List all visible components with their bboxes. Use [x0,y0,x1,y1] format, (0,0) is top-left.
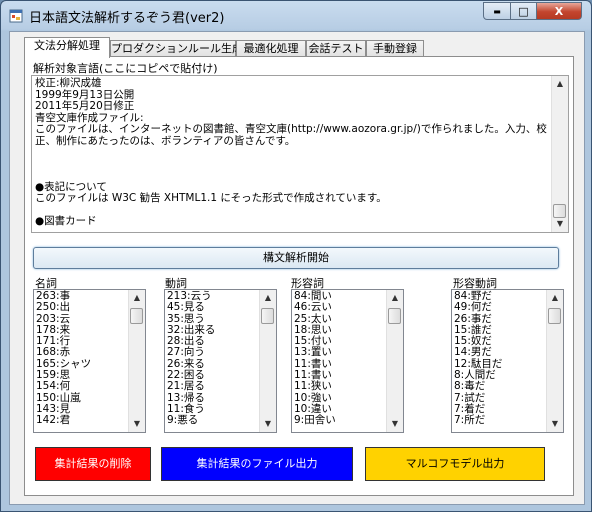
adjective-listbox[interactable]: 84:間い 46:云い 25:太い 18:思い 15:付い 13:置い 11:書い 11:書い… [291,289,404,433]
scroll-up-icon[interactable]: ▲ [129,290,145,306]
tab-conversation-test[interactable]: 会話テスト [306,40,366,56]
scroll-thumb[interactable] [388,308,401,324]
scroll-down-icon[interactable]: ▼ [387,416,403,432]
scroll-down-icon[interactable]: ▼ [129,416,145,432]
client-area: 文法分解処理 プロダクションルール生成 最適化処理 会話テスト 手動登録 解析対… [9,31,585,505]
delete-results-button[interactable]: 集計結果の削除 [35,447,151,481]
title-bar[interactable]: 日本語文法解析するぞう君(ver2) ▬ □ X [1,1,591,31]
input-text: 校正:柳沢成雄 1999年9月13日公開 2011年5月20日修正 青空文庫作成… [35,77,547,227]
adjectival-noun-listbox[interactable]: 84:野だ 49:何だ 26:事だ 15:誰だ 15:奴だ 14:男だ 12:駄目だ 8:人間… [451,289,564,433]
parse-start-button[interactable]: 構文解析開始 [33,247,559,269]
input-label: 解析対象言語(ここにコピペで貼付け) [33,62,218,75]
noun-listbox[interactable]: 263:事 250:出 203:云 178:来 171:行 168:赤 165:シャツ 159… [33,289,146,433]
scroll-down-icon[interactable]: ▼ [552,216,568,232]
app-icon [9,9,23,23]
tab-production-rules[interactable]: プロダクションルール生成 [110,40,243,56]
scroll-down-icon[interactable]: ▼ [547,416,563,432]
verb-listbox[interactable]: 213:云う 45:見る 35:思う 32:出来る 28:出る 27:向う 26:来る 22:… [164,289,277,433]
scroll-thumb[interactable] [261,308,274,324]
export-results-button[interactable]: 集計結果のファイル出力 [161,447,353,481]
tab-page: 解析対象言語(ここにコピペで貼付け) 校正:柳沢成雄 1999年9月13日公開 … [24,56,574,496]
minimize-button[interactable]: ▬ [483,2,511,20]
scroll-up-icon[interactable]: ▲ [387,290,403,306]
tab-optimization[interactable]: 最適化処理 [236,40,306,56]
scroll-thumb[interactable] [130,308,143,324]
maximize-button[interactable]: □ [510,2,537,20]
tab-grammar-decomposition[interactable]: 文法分解処理 [24,37,110,58]
adjective-scrollbar[interactable]: ▲ ▼ [386,290,403,432]
close-button[interactable]: X [536,2,582,20]
scroll-up-icon[interactable]: ▲ [260,290,276,306]
markov-model-button[interactable]: マルコフモデル出力 [365,447,545,481]
app-window: 日本語文法解析するぞう君(ver2) ▬ □ X 文法分解処理 プロダクションル… [0,0,592,512]
close-icon: X [554,4,564,18]
adjectival-noun-scrollbar[interactable]: ▲ ▼ [546,290,563,432]
noun-scrollbar[interactable]: ▲ ▼ [128,290,145,432]
maximize-icon: □ [518,4,529,18]
tab-manual-registration[interactable]: 手動登録 [366,40,424,56]
window-title: 日本語文法解析するぞう君(ver2) [29,11,225,26]
input-scrollbar[interactable]: ▲ ▼ [551,76,568,232]
scroll-thumb[interactable] [548,308,561,324]
scroll-up-icon[interactable]: ▲ [547,290,563,306]
scroll-down-icon[interactable]: ▼ [260,416,276,432]
minimize-icon: ▬ [493,6,501,16]
verb-scrollbar[interactable]: ▲ ▼ [259,290,276,432]
input-textarea[interactable]: 校正:柳沢成雄 1999年9月13日公開 2011年5月20日修正 青空文庫作成… [31,75,569,233]
scroll-up-icon[interactable]: ▲ [552,76,568,92]
